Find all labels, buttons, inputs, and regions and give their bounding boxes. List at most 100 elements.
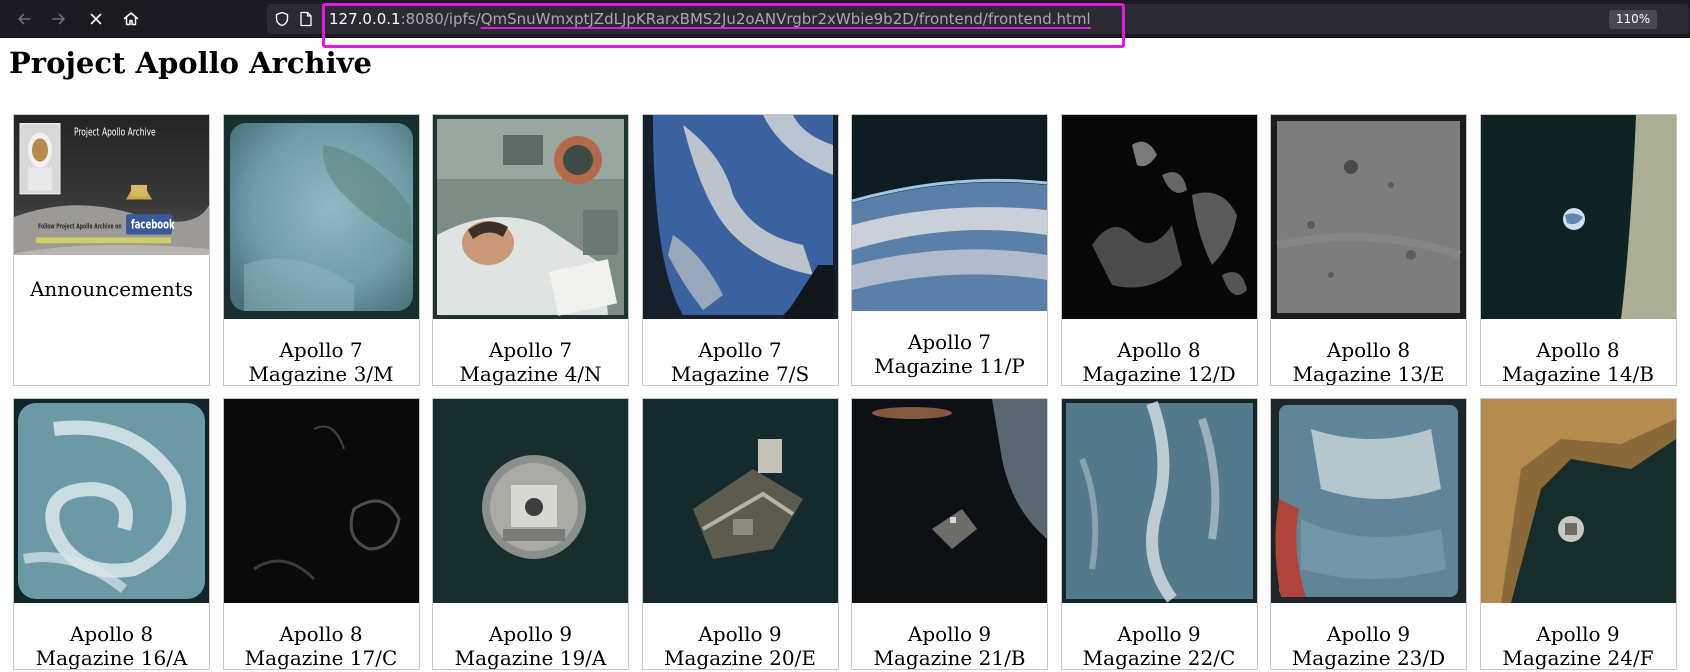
- url-text[interactable]: 127.0.0.1:8080/ipfs/QmSnuWmxptJZdLJpKRar…: [329, 9, 1091, 29]
- album-card[interactable]: Apollo 8 Magazine 14/B: [1479, 114, 1677, 386]
- album-card[interactable]: Apollo 8 Magazine 12/D: [1060, 114, 1258, 386]
- album-caption: Apollo 8 Magazine 13/E: [1271, 338, 1466, 386]
- album-thumbnail: [14, 399, 209, 603]
- album-thumbnail: [642, 115, 838, 319]
- album-magazine: Magazine 20/E: [664, 646, 816, 670]
- shield-icon[interactable]: [274, 11, 290, 27]
- album-magazine: Magazine 11/P: [874, 354, 1025, 378]
- album-card[interactable]: Apollo 8 Magazine 13/E: [1270, 114, 1467, 386]
- album-mission: Apollo 9: [907, 622, 992, 646]
- home-icon: [123, 12, 139, 26]
- announcements-banner-image: Project Apollo Archive Follow Project Ap…: [14, 115, 209, 255]
- album-mission: Apollo 7: [488, 338, 573, 362]
- album-thumbnail: [642, 399, 838, 603]
- album-card[interactable]: Apollo 9 Magazine 19/A: [432, 398, 629, 670]
- album-thumbnail: [852, 399, 1047, 603]
- album-card[interactable]: Apollo 7 Magazine 4/N: [432, 114, 629, 386]
- album-magazine: Magazine 3/M: [248, 362, 394, 386]
- album-magazine: Magazine 23/D: [1291, 646, 1446, 670]
- album-caption: Apollo 9 Magazine 19/A: [433, 622, 628, 670]
- album-card[interactable]: Apollo 9 Magazine 21/B: [851, 398, 1048, 670]
- album-mission: Apollo 7: [698, 338, 782, 362]
- album-magazine: Magazine 12/D: [1082, 362, 1236, 386]
- album-magazine: Magazine 16/A: [35, 646, 188, 670]
- album-caption: Apollo 9 Magazine 21/B: [852, 622, 1047, 670]
- announcements-card[interactable]: Project Apollo Archive Follow Project Ap…: [13, 114, 210, 386]
- banner-follow-text: Follow Project Apollo Archive on: [38, 224, 122, 231]
- album-magazine: Magazine 21/B: [873, 646, 1026, 670]
- stop-loading-icon: [90, 13, 102, 25]
- album-caption: Apollo 8 Magazine 17/C: [224, 622, 419, 670]
- album-magazine: Magazine 17/C: [244, 646, 398, 670]
- album-thumbnail: [1480, 115, 1676, 319]
- url-host: 127.0.0.1: [329, 10, 401, 28]
- album-mission: Apollo 8: [69, 622, 154, 646]
- album-magazine: Magazine 24/F: [1502, 646, 1654, 670]
- forward-arrow-icon: [52, 13, 65, 25]
- album-magazine: Magazine 14/B: [1501, 362, 1655, 386]
- album-card[interactable]: Apollo 8 Magazine 16/A: [13, 398, 210, 670]
- address-bar[interactable]: 127.0.0.1:8080/ipfs/QmSnuWmxptJZdLJpKRar…: [267, 4, 1689, 34]
- home-button[interactable]: [117, 5, 145, 33]
- album-thumbnail: [1271, 115, 1466, 319]
- forward-button[interactable]: [45, 5, 73, 33]
- album-thumbnail: [1271, 399, 1466, 603]
- album-caption: Apollo 9 Magazine 20/E: [643, 622, 838, 670]
- album-thumbnail: [433, 115, 628, 319]
- album-thumbnail: [433, 399, 628, 603]
- album-card[interactable]: Apollo 7 Magazine 7/S: [641, 114, 839, 386]
- zoom-level-badge[interactable]: 110%: [1609, 10, 1657, 29]
- album-magazine: Magazine 7/S: [670, 362, 810, 386]
- album-mission: Apollo 9: [1326, 622, 1411, 646]
- album-card[interactable]: Apollo 9 Magazine 22/C: [1060, 398, 1258, 670]
- album-mission: Apollo 8: [1326, 338, 1411, 362]
- album-card[interactable]: Apollo 8 Magazine 17/C: [222, 398, 420, 670]
- url-path: QmSnuWmxptJZdLJpKRarxBMS2Ju2oANVrgbr2xWb…: [480, 10, 1091, 28]
- album-mission: Apollo 7: [907, 330, 992, 354]
- album-thumbnail: [1480, 399, 1676, 603]
- album-magazine: Magazine 4/N: [459, 362, 602, 386]
- url-port-prefix: :8080/ipfs/: [400, 10, 481, 28]
- album-mission: Apollo 9: [1536, 622, 1620, 646]
- album-mission: Apollo 8: [279, 622, 363, 646]
- page-icon[interactable]: [299, 11, 313, 27]
- album-caption: Apollo 9 Magazine 24/F: [1481, 622, 1676, 670]
- album-caption: Apollo 7 Magazine 7/S: [643, 338, 838, 386]
- album-thumbnail: [852, 115, 1047, 319]
- album-caption: Apollo 7 Magazine 4/N: [433, 338, 628, 386]
- album-thumbnail: [1061, 399, 1257, 603]
- album-magazine: Magazine 19/A: [454, 646, 607, 670]
- album-caption: Apollo 9 Magazine 23/D: [1271, 622, 1466, 670]
- album-grid: Project Apollo Archive Follow Project Ap…: [13, 114, 1677, 670]
- album-mission: Apollo 9: [1117, 622, 1201, 646]
- album-card[interactable]: Apollo 7 Magazine 11/P: [851, 114, 1048, 386]
- album-card[interactable]: Apollo 7 Magazine 3/M: [222, 114, 420, 386]
- album-mission: Apollo 7: [279, 338, 363, 362]
- album-caption: Apollo 7 Magazine 3/M: [224, 338, 419, 386]
- announcements-label: Announcements: [29, 277, 194, 301]
- banner-brand-text: facebook: [131, 217, 175, 232]
- album-caption: Apollo 8 Magazine 12/D: [1062, 338, 1257, 386]
- album-mission: Apollo 9: [698, 622, 782, 646]
- album-caption: Apollo 8 Magazine 16/A: [14, 622, 209, 670]
- album-thumbnail: [223, 115, 419, 319]
- album-thumbnail: [1061, 115, 1257, 319]
- back-button[interactable]: [10, 5, 38, 33]
- browser-toolbar: 127.0.0.1:8080/ipfs/QmSnuWmxptJZdLJpKRar…: [0, 0, 1690, 38]
- stop-button[interactable]: [82, 5, 110, 33]
- banner-title-text: Project Apollo Archive: [74, 126, 156, 139]
- album-caption: Apollo 8 Magazine 14/B: [1481, 338, 1676, 386]
- album-caption: Apollo 9 Magazine 22/C: [1062, 622, 1257, 670]
- album-card[interactable]: Apollo 9 Magazine 20/E: [641, 398, 839, 670]
- page-title: Project Apollo Archive: [9, 46, 372, 80]
- album-card[interactable]: Apollo 9 Magazine 24/F: [1479, 398, 1677, 670]
- album-card[interactable]: Apollo 9 Magazine 23/D: [1270, 398, 1467, 670]
- album-magazine: Magazine 13/E: [1292, 362, 1445, 386]
- album-thumbnail: [223, 399, 419, 603]
- back-arrow-icon: [18, 13, 31, 25]
- album-mission: Apollo 8: [1117, 338, 1201, 362]
- album-magazine: Magazine 22/C: [1082, 646, 1236, 670]
- album-mission: Apollo 9: [488, 622, 573, 646]
- album-mission: Apollo 8: [1536, 338, 1620, 362]
- album-caption: Apollo 7 Magazine 11/P: [852, 330, 1047, 378]
